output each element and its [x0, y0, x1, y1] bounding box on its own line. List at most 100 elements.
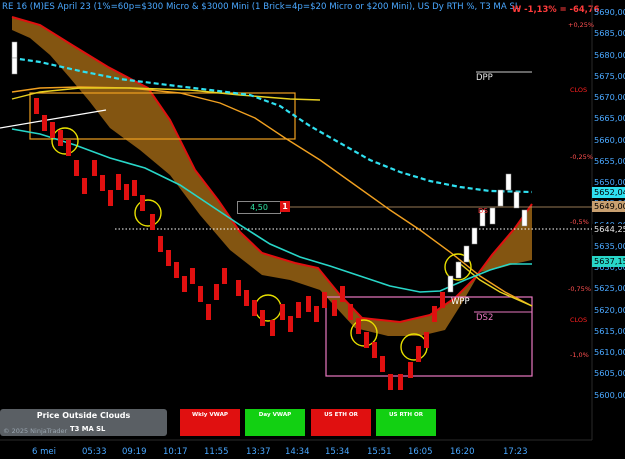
copyright-text: © 2025 NinjaTrader: [3, 427, 68, 435]
down-brick[interactable]: [260, 310, 265, 326]
price-chart[interactable]: [0, 0, 625, 459]
signal-circle[interactable]: [400, 333, 428, 361]
day-vwap-button[interactable]: Day VWAP: [245, 409, 305, 436]
cyan-ma-price-tag: 5652,04: [592, 187, 625, 198]
down-brick[interactable]: [150, 214, 155, 230]
price-tick-label: 5660,00: [594, 134, 625, 145]
down-brick[interactable]: [432, 306, 437, 322]
down-brick[interactable]: [356, 318, 361, 334]
up-brick[interactable]: [463, 245, 470, 263]
down-brick[interactable]: [108, 190, 113, 206]
brick-size-box[interactable]: 4,50: [237, 201, 281, 214]
down-brick[interactable]: [296, 302, 301, 318]
down-brick[interactable]: [372, 342, 377, 358]
up-brick[interactable]: [471, 227, 478, 245]
price-tick-label: 5675,00: [594, 70, 625, 81]
time-tick-label: 13:37: [246, 447, 271, 457]
up-brick[interactable]: [505, 173, 512, 191]
up-brick[interactable]: [11, 57, 18, 75]
down-brick[interactable]: [124, 184, 129, 200]
time-tick-label: 16:05: [408, 447, 433, 457]
down-brick[interactable]: [322, 292, 327, 308]
down-brick[interactable]: [416, 346, 421, 362]
down-brick[interactable]: [158, 236, 163, 252]
time-tick-label: 14:34: [285, 447, 310, 457]
time-tick-label: 11:55: [204, 447, 229, 457]
up-brick[interactable]: [455, 261, 462, 279]
signal-circle[interactable]: [134, 199, 162, 227]
up-brick[interactable]: [513, 191, 520, 209]
up-brick[interactable]: [489, 207, 496, 225]
price-tick-label: 5655,00: [594, 155, 625, 166]
down-brick[interactable]: [380, 356, 385, 372]
down-brick[interactable]: [92, 160, 97, 176]
down-brick[interactable]: [206, 304, 211, 320]
brick-count-box[interactable]: 1: [280, 201, 290, 212]
up-brick[interactable]: [521, 209, 528, 227]
price-tick-label: 5690,00: [594, 7, 625, 17]
down-brick[interactable]: [244, 290, 249, 306]
pct-marker: -1,0%: [570, 351, 589, 359]
down-brick[interactable]: [34, 98, 39, 114]
last-price-tag: 5649,00: [592, 201, 625, 212]
down-brick[interactable]: [288, 316, 293, 332]
down-brick[interactable]: [440, 292, 445, 308]
down-brick[interactable]: [190, 268, 195, 284]
down-brick[interactable]: [340, 286, 345, 302]
down-brick[interactable]: [364, 332, 369, 348]
panel-title: Price Outside Clouds: [36, 411, 131, 420]
us-rth-or-button[interactable]: US RTH OR: [376, 409, 436, 436]
down-brick[interactable]: [166, 250, 171, 266]
down-brick[interactable]: [182, 276, 187, 292]
down-brick[interactable]: [58, 130, 63, 146]
price-tick-label: 5665,00: [594, 113, 625, 124]
down-brick[interactable]: [306, 296, 311, 312]
down-brick[interactable]: [332, 300, 337, 316]
yellow-ma-line: [11, 87, 321, 101]
price-tick-label: 5650,00: [594, 177, 625, 187]
time-tick-label: 05:33: [82, 447, 107, 457]
ds1-label: DS: [478, 207, 488, 215]
clos-marker: CLOS: [570, 86, 588, 94]
down-brick[interactable]: [348, 304, 353, 320]
down-brick[interactable]: [214, 284, 219, 300]
down-brick[interactable]: [132, 180, 137, 196]
up-brick[interactable]: [497, 189, 504, 207]
down-brick[interactable]: [424, 332, 429, 348]
time-tick-label: 15:51: [367, 447, 392, 457]
down-brick[interactable]: [74, 160, 79, 176]
us-eth-or-button[interactable]: US ETH OR: [311, 409, 371, 436]
price-tick-label: 5605,00: [594, 368, 625, 379]
cloud-band: [12, 17, 532, 336]
signal-circle[interactable]: [51, 127, 79, 155]
price-tick-label: 5620,00: [594, 304, 625, 315]
down-brick[interactable]: [42, 115, 47, 131]
down-brick[interactable]: [236, 280, 241, 296]
time-tick-label: 09:19: [122, 447, 147, 457]
signal-circle[interactable]: [254, 294, 282, 322]
up-brick[interactable]: [447, 275, 454, 293]
down-brick[interactable]: [198, 286, 203, 302]
down-brick[interactable]: [140, 195, 145, 211]
down-brick[interactable]: [100, 175, 105, 191]
down-brick[interactable]: [252, 300, 257, 316]
down-brick[interactable]: [82, 178, 87, 194]
up-brick[interactable]: [11, 41, 18, 59]
down-brick[interactable]: [174, 262, 179, 278]
down-brick[interactable]: [398, 374, 403, 390]
down-brick[interactable]: [50, 122, 55, 138]
time-tick-label: 10:17: [163, 447, 188, 457]
down-brick[interactable]: [116, 174, 121, 190]
down-brick[interactable]: [222, 268, 227, 284]
down-brick[interactable]: [408, 362, 413, 378]
down-brick[interactable]: [388, 374, 393, 390]
weekly-vwap-button[interactable]: Wkly VWAP: [180, 409, 240, 436]
price-tick-label: 5610,00: [594, 347, 625, 357]
down-brick[interactable]: [314, 306, 319, 322]
price-tick-label: 5670,00: [594, 92, 625, 102]
chart-window[interactable]: RE 16 (M)ES April 23 (1%=60p=$300 Micro …: [0, 0, 625, 459]
dotted-price-tag: 5644,25: [592, 224, 625, 235]
down-brick[interactable]: [280, 304, 285, 320]
down-brick[interactable]: [270, 320, 275, 336]
down-brick[interactable]: [66, 140, 71, 156]
